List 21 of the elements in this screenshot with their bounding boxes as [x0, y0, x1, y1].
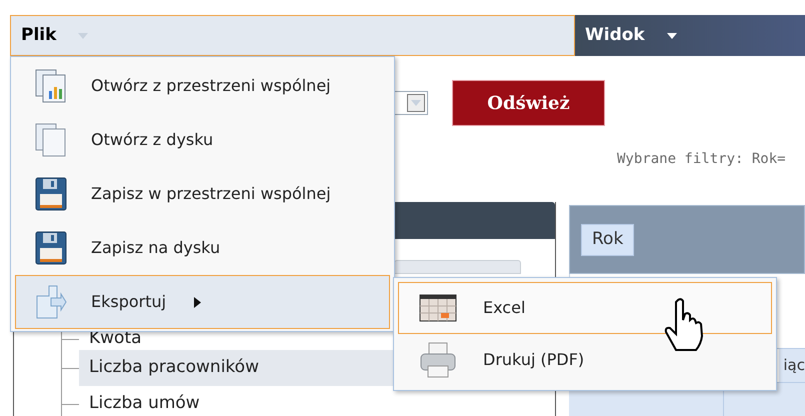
column-header: iąc [779, 349, 805, 382]
document-chart-icon [35, 69, 67, 103]
caret-icon [78, 32, 88, 38]
refresh-button[interactable]: Odśwież [452, 80, 605, 126]
menu-item[interactable]: Otwórz z dysku [15, 113, 390, 167]
menu-item[interactable]: Excel [398, 282, 772, 334]
menu-bar-item[interactable]: Plik [10, 15, 575, 56]
filters-text: Wybrane filtry: Rok= [617, 151, 786, 167]
tree-item[interactable]: Liczba umów [79, 386, 399, 416]
menu-item[interactable]: Eksportuj [15, 275, 390, 329]
menu-bar-item[interactable]: Widok [575, 15, 805, 56]
document-icon [35, 123, 67, 157]
menu-item[interactable]: Zapisz w przestrzeni wspólnej [15, 167, 390, 221]
menu-item[interactable]: Otwórz z przestrzeni wspólnej [15, 59, 390, 113]
caret-icon [411, 100, 421, 106]
menu-item[interactable]: Zapisz na dysku [15, 221, 390, 275]
spreadsheet-icon [419, 294, 457, 322]
export-icon [35, 284, 67, 320]
caret-icon [666, 32, 677, 38]
field-chip[interactable]: Rok [581, 224, 634, 256]
printer-icon [419, 342, 457, 378]
